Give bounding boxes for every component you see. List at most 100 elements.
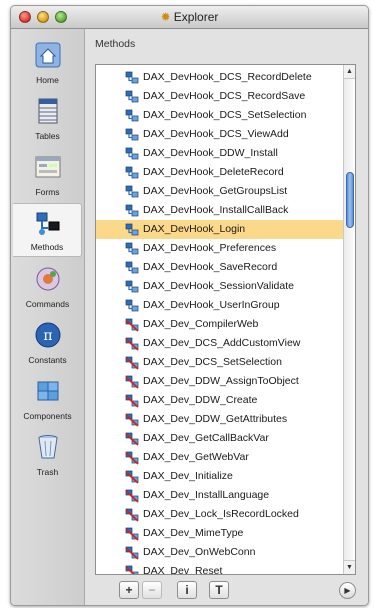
sidebar-item-forms[interactable]: Forms: [13, 147, 82, 201]
method-icon-red: [125, 489, 139, 503]
list-item[interactable]: DAX_Dev_DDW_AssignToObject: [96, 372, 344, 391]
svg-text:π: π: [43, 328, 52, 344]
sidebar-item-home[interactable]: Home: [13, 35, 82, 89]
list-item[interactable]: DAX_DevHook_DCS_ViewAdd: [96, 125, 344, 144]
scroll-down-arrow-icon[interactable]: ▼: [344, 560, 355, 574]
list-item[interactable]: DAX_DevHook_DCS_RecordDelete: [96, 68, 344, 87]
methods-list[interactable]: DAX_DevHook_DCS_RecordDelete DAX_DevHook_…: [95, 64, 356, 575]
list-item[interactable]: DAX_Dev_DCS_SetSelection: [96, 353, 344, 372]
list-item-label: DAX_DevHook_Preferences: [143, 242, 277, 254]
forms-icon: [35, 156, 61, 178]
remove-button[interactable]: −: [142, 581, 162, 599]
constants-icon: π: [35, 322, 61, 348]
list-item-label: DAX_Dev_MimeType: [143, 527, 244, 539]
tables-icon: [38, 98, 58, 124]
sidebar-item-tables[interactable]: Tables: [13, 91, 82, 145]
method-icon: [125, 147, 139, 161]
sidebar-item-methods[interactable]: Methods: [13, 203, 82, 257]
list-item-label: DAX_DevHook_DeleteRecord: [143, 166, 284, 178]
method-icon: [125, 242, 139, 256]
list-item-label: DAX_Dev_DDW_AssignToObject: [143, 375, 299, 387]
list-item-label: DAX_DevHook_InstallCallBack: [143, 204, 289, 216]
sidebar-item-label: Commands: [25, 299, 70, 309]
sidebar-item-label: Home: [36, 75, 59, 85]
method-icon-red: [125, 451, 139, 465]
list-item-label: DAX_DevHook_UserInGroup: [143, 299, 280, 311]
list-item[interactable]: DAX_DevHook_DCS_SetSelection: [96, 106, 344, 125]
list-item[interactable]: DAX_DevHook_SessionValidate: [96, 277, 344, 296]
list-item-label: DAX_Dev_DCS_AddCustomView: [143, 337, 301, 349]
sidebar-item-components[interactable]: Components: [13, 371, 82, 425]
method-icon: [125, 90, 139, 104]
list-item[interactable]: DAX_DevHook_SaveRecord: [96, 258, 344, 277]
list-item[interactable]: DAX_Dev_Reset: [96, 562, 344, 575]
list-item-label: DAX_Dev_Initialize: [143, 470, 233, 482]
edit-button[interactable]: T: [209, 581, 229, 599]
sidebar-item-constants[interactable]: π Constants: [13, 315, 82, 369]
commands-icon: [36, 267, 60, 291]
list-item[interactable]: DAX_Dev_CompilerWeb: [96, 315, 344, 334]
method-icon-red: [125, 508, 139, 522]
list-item[interactable]: DAX_DevHook_Preferences: [96, 239, 344, 258]
bottom-toolbar: + − i T ▶: [85, 578, 368, 605]
list-item-label: DAX_DevHook_DCS_RecordDelete: [143, 71, 312, 83]
methods-icon: [36, 212, 60, 235]
list-item-label: DAX_Dev_OnWebConn: [143, 546, 256, 558]
method-icon-red: [125, 394, 139, 408]
method-icon: [125, 71, 139, 85]
trash-icon: [38, 435, 58, 459]
title-bar[interactable]: ✹ Explorer: [11, 6, 368, 29]
sidebar-item-trash[interactable]: Trash: [13, 427, 82, 481]
list-item-label: DAX_DevHook_DCS_ViewAdd: [143, 128, 289, 140]
list-item[interactable]: DAX_Dev_GetCallBackVar: [96, 429, 344, 448]
window-title-text: Explorer: [173, 10, 219, 24]
list-item[interactable]: DAX_Dev_Lock_IsRecordLocked: [96, 505, 344, 524]
method-icon: [125, 299, 139, 313]
vertical-scrollbar[interactable]: ▲ ▼: [343, 65, 355, 574]
scroll-thumb[interactable]: [346, 172, 354, 228]
sidebar-item-commands[interactable]: Commands: [13, 259, 82, 313]
method-icon-red: [125, 413, 139, 427]
list-item[interactable]: DAX_DevHook_DDW_Install: [96, 144, 344, 163]
method-icon: [125, 109, 139, 123]
explorer-window: ✹ Explorer Home Tables Forms Methods Com…: [10, 5, 369, 606]
list-item[interactable]: DAX_Dev_GetWebVar: [96, 448, 344, 467]
list-item-label: DAX_Dev_Reset: [143, 565, 223, 575]
list-item[interactable]: DAX_DevHook_GetGroupsList: [96, 182, 344, 201]
list-item[interactable]: DAX_Dev_DCS_AddCustomView: [96, 334, 344, 353]
method-icon: [125, 223, 139, 237]
list-item[interactable]: DAX_Dev_OnWebConn: [96, 543, 344, 562]
method-icon-red: [125, 318, 139, 332]
method-icon: [125, 261, 139, 275]
list-item[interactable]: DAX_DevHook_UserInGroup: [96, 296, 344, 315]
scroll-up-arrow-icon[interactable]: ▲: [344, 65, 355, 79]
info-button[interactable]: i: [177, 581, 197, 599]
list-item-label: DAX_DevHook_Login: [143, 223, 246, 235]
list-item-label: DAX_DevHook_SaveRecord: [143, 261, 278, 273]
list-item[interactable]: DAX_DevHook_Login: [96, 220, 344, 239]
list-item[interactable]: DAX_Dev_DDW_GetAttributes: [96, 410, 344, 429]
components-icon: [37, 381, 59, 401]
list-item[interactable]: DAX_Dev_InstallLanguage: [96, 486, 344, 505]
list-item-label: DAX_Dev_GetCallBackVar: [143, 432, 269, 444]
home-icon: [35, 42, 61, 68]
play-icon[interactable]: ▶: [339, 582, 356, 599]
method-icon-red: [125, 337, 139, 351]
list-item[interactable]: DAX_DevHook_DeleteRecord: [96, 163, 344, 182]
list-item-label: DAX_DevHook_DCS_SetSelection: [143, 109, 307, 121]
list-item[interactable]: DAX_DevHook_InstallCallBack: [96, 201, 344, 220]
list-item-label: DAX_DevHook_SessionValidate: [143, 280, 294, 292]
method-icon-red: [125, 432, 139, 446]
add-button[interactable]: +: [119, 581, 139, 599]
method-icon-red: [125, 565, 139, 574]
sidebar-item-label: Methods: [30, 242, 64, 252]
window-title: ✹ Explorer: [11, 10, 368, 24]
method-icon-red: [125, 546, 139, 560]
list-item[interactable]: DAX_Dev_MimeType: [96, 524, 344, 543]
method-icon: [125, 128, 139, 142]
list-item[interactable]: DAX_Dev_DDW_Create: [96, 391, 344, 410]
list-item[interactable]: DAX_DevHook_DCS_RecordSave: [96, 87, 344, 106]
method-icon: [125, 185, 139, 199]
list-item[interactable]: DAX_Dev_Initialize: [96, 467, 344, 486]
sidebar-item-label: Tables: [35, 131, 60, 141]
